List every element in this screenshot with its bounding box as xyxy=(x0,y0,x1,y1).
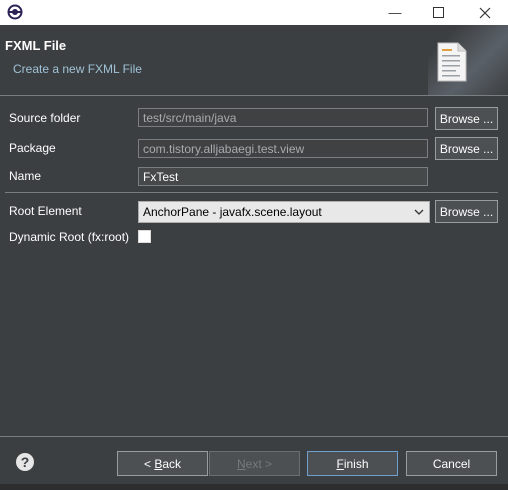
back-button-rest: ack xyxy=(162,456,182,471)
root-element-label: Root Element xyxy=(9,204,82,218)
back-button-mnemonic: B xyxy=(154,456,163,471)
chevron-down-icon xyxy=(414,209,424,215)
next-button[interactable]: Next > xyxy=(209,451,300,476)
back-button[interactable]: < Back xyxy=(117,451,208,476)
package-browse-button[interactable]: Browse ... xyxy=(435,137,498,160)
source-folder-field[interactable]: test/src/main/java xyxy=(138,108,428,127)
window-titlebar: — xyxy=(0,0,508,25)
source-folder-browse-button[interactable]: Browse ... xyxy=(435,107,498,130)
source-folder-label: Source folder xyxy=(9,111,81,125)
finish-button[interactable]: Finish xyxy=(307,451,398,476)
eclipse-icon xyxy=(7,4,23,20)
finish-button-rest: inish xyxy=(343,456,369,471)
next-button-mnemonic: N xyxy=(236,456,246,471)
maximize-icon xyxy=(432,7,444,18)
bottom-edge xyxy=(0,484,508,490)
svg-text:?: ? xyxy=(21,454,30,470)
name-label: Name xyxy=(9,169,42,183)
root-element-browse-button[interactable]: Browse ... xyxy=(435,200,498,223)
minimize-icon: — xyxy=(388,5,402,20)
help-icon[interactable]: ? xyxy=(15,452,35,472)
wizard-subtitle: Create a new FXML File xyxy=(13,62,142,76)
wizard-title: FXML File xyxy=(5,38,67,53)
form-separator xyxy=(5,192,498,193)
cancel-button[interactable]: Cancel xyxy=(406,451,497,476)
package-label: Package xyxy=(9,141,56,155)
root-element-select[interactable]: AnchorPane - javafx.scene.layout xyxy=(138,201,430,223)
wizard-header: FXML File Create a new FXML File xyxy=(0,25,508,95)
document-icon xyxy=(437,42,467,82)
close-button[interactable] xyxy=(462,0,508,25)
finish-button-mnemonic: F xyxy=(336,456,344,471)
close-icon xyxy=(479,7,491,18)
back-button-prefix: < xyxy=(143,456,155,471)
maximize-button[interactable] xyxy=(415,0,461,25)
name-field[interactable]: FxTest xyxy=(138,167,428,186)
next-button-rest: ext > xyxy=(245,456,273,471)
root-element-value: AnchorPane - javafx.scene.layout xyxy=(143,205,322,219)
header-separator xyxy=(0,95,508,96)
package-field[interactable]: com.tistory.alljabaegi.test.view xyxy=(138,139,428,158)
minimize-button[interactable]: — xyxy=(372,0,418,25)
dynamic-root-checkbox[interactable] xyxy=(138,230,151,243)
dynamic-root-label: Dynamic Root (fx:root) xyxy=(9,230,130,244)
